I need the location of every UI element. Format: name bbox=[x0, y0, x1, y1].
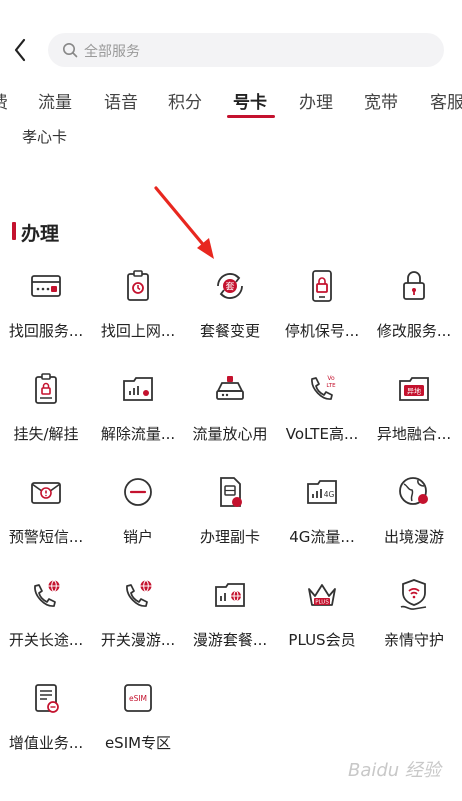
watermark: Baidu 经验 bbox=[348, 760, 441, 781]
service-label: 挂失/解挂 bbox=[13, 425, 79, 443]
section-title-text: 办理 bbox=[21, 223, 60, 245]
esim-icon: eSIM bbox=[124, 684, 152, 712]
tab-broadband[interactable]: 宽带 bbox=[364, 88, 398, 113]
service-label: 亲情守护 bbox=[383, 631, 444, 649]
4g-signal-icon: 4G bbox=[307, 480, 337, 504]
search-placeholder: 全部服务 bbox=[84, 44, 140, 60]
shield-hand-icon bbox=[400, 579, 427, 610]
minus-circle-icon bbox=[124, 478, 152, 506]
service-label: 找回服务... bbox=[8, 322, 84, 340]
clipboard-clock-icon bbox=[127, 270, 149, 301]
clipboard-lock-icon bbox=[35, 373, 57, 404]
phone-globe-icon bbox=[126, 580, 152, 607]
service-item-long-distance-toggle[interactable]: 开关长途... bbox=[0, 577, 92, 673]
tab-fee[interactable]: 费 bbox=[0, 88, 8, 113]
service-label: 修改服务... bbox=[376, 322, 452, 340]
active-tab-indicator bbox=[227, 115, 275, 118]
service-label: 出境漫游 bbox=[383, 528, 444, 546]
search-icon bbox=[63, 43, 78, 58]
subtab-filial-card[interactable]: 孝心卡 bbox=[22, 126, 67, 147]
service-item-roaming-package[interactable]: 漫游套餐... bbox=[184, 577, 276, 673]
service-item-4g-data[interactable]: 4G 4G流量... bbox=[276, 474, 368, 570]
service-item-report-loss[interactable]: 挂失/解挂 bbox=[0, 371, 92, 467]
service-item-value-added[interactable]: 增值业务... bbox=[0, 680, 92, 776]
service-label: 开关长途... bbox=[8, 631, 84, 649]
service-label: 停机保号... bbox=[284, 322, 360, 340]
volte-phone-icon: Vo LTE bbox=[311, 375, 336, 400]
document-icon bbox=[35, 684, 59, 713]
service-label: 找回上网... bbox=[100, 322, 176, 340]
service-label: 4G流量... bbox=[289, 528, 355, 546]
service-label: 增值业务... bbox=[8, 734, 84, 752]
tab-voice[interactable]: 语音 bbox=[104, 88, 138, 113]
service-item-plus-membership[interactable]: PLUS PLUS会员 bbox=[276, 577, 368, 673]
tab-customer-service[interactable]: 客服 bbox=[430, 88, 462, 113]
service-label: 开关漫游... bbox=[100, 631, 176, 649]
service-item-esim-zone[interactable]: eSIM eSIM专区 bbox=[92, 680, 184, 776]
chevron-left-icon bbox=[14, 38, 26, 62]
warning-envelope-icon bbox=[31, 482, 61, 504]
volte-badge-top: Vo bbox=[327, 375, 335, 382]
plus-badge-text: PLUS bbox=[315, 600, 329, 606]
tab-number-card[interactable]: 号卡 bbox=[233, 88, 267, 113]
service-label: 解除流量... bbox=[100, 425, 176, 443]
padlock-icon bbox=[403, 271, 425, 300]
globe-icon bbox=[399, 477, 428, 505]
service-label: 预警短信... bbox=[8, 528, 84, 546]
phone-lock-icon bbox=[312, 270, 332, 302]
service-label: 异地融合... bbox=[376, 425, 452, 443]
service-label: 套餐变更 bbox=[199, 322, 260, 340]
top-bar: 全部服务 bbox=[0, 0, 462, 80]
service-item-secondary-card[interactable]: 办理副卡 bbox=[184, 474, 276, 570]
4g-badge-text: 4G bbox=[324, 490, 335, 499]
password-card-icon bbox=[31, 275, 61, 297]
tab-data[interactable]: 流量 bbox=[38, 88, 72, 113]
service-label: 漫游套餐... bbox=[192, 631, 268, 649]
search-input[interactable]: 全部服务 bbox=[48, 33, 444, 67]
package-badge-text: 套 bbox=[225, 281, 234, 293]
service-label: 流量放心用 bbox=[192, 425, 268, 443]
section-accent-bar bbox=[12, 222, 16, 240]
service-item-cancel-account[interactable]: 销户 bbox=[92, 474, 184, 570]
remote-badge-text: 异地 bbox=[407, 387, 421, 396]
category-tabs: 费 流量 语音 积分 号卡 办理 宽带 客服 bbox=[0, 82, 462, 122]
service-item-volte[interactable]: Vo LTE VoLTE高... bbox=[276, 371, 368, 467]
service-item-roaming-toggle[interactable]: 开关漫游... bbox=[92, 577, 184, 673]
esim-badge-text: eSIM bbox=[129, 694, 147, 703]
service-label: 销户 bbox=[122, 528, 153, 546]
service-item-modify-service-password[interactable]: 修改服务... bbox=[368, 268, 460, 364]
crown-icon: PLUS bbox=[308, 584, 336, 606]
sim-card-icon bbox=[220, 477, 242, 507]
service-label: PLUS会员 bbox=[288, 631, 356, 649]
roaming-folder-icon bbox=[215, 583, 245, 607]
router-icon bbox=[216, 376, 244, 400]
data-folder-icon bbox=[123, 377, 153, 401]
service-item-recover-service-password[interactable]: 找回服务... bbox=[0, 268, 92, 364]
service-item-release-data[interactable]: 解除流量... bbox=[92, 371, 184, 467]
tab-points[interactable]: 积分 bbox=[168, 88, 202, 113]
remote-folder-icon: 异地 bbox=[399, 377, 429, 401]
service-item-remote-fusion[interactable]: 异地 异地融合... bbox=[368, 371, 460, 467]
volte-badge-bottom: LTE bbox=[326, 383, 336, 389]
tab-handle[interactable]: 办理 bbox=[299, 88, 333, 113]
package-change-icon: 套 bbox=[217, 273, 243, 299]
back-button[interactable] bbox=[10, 34, 34, 66]
service-label: 办理副卡 bbox=[199, 528, 260, 546]
service-item-outbound-roaming[interactable]: 出境漫游 bbox=[368, 474, 460, 570]
service-item-warning-sms[interactable]: 预警短信... bbox=[0, 474, 92, 570]
service-item-package-change[interactable]: 套 套餐变更 bbox=[184, 268, 276, 364]
service-label: eSIM专区 bbox=[104, 734, 172, 752]
phone-globe-icon bbox=[34, 580, 60, 607]
service-item-recover-internet-password[interactable]: 找回上网... bbox=[92, 268, 184, 364]
service-item-suspend-keep-number[interactable]: 停机保号... bbox=[276, 268, 368, 364]
service-label: VoLTE高... bbox=[285, 425, 359, 443]
service-item-family-guard[interactable]: 亲情守护 bbox=[368, 577, 460, 673]
service-item-data-worry-free[interactable]: 流量放心用 bbox=[184, 371, 276, 467]
